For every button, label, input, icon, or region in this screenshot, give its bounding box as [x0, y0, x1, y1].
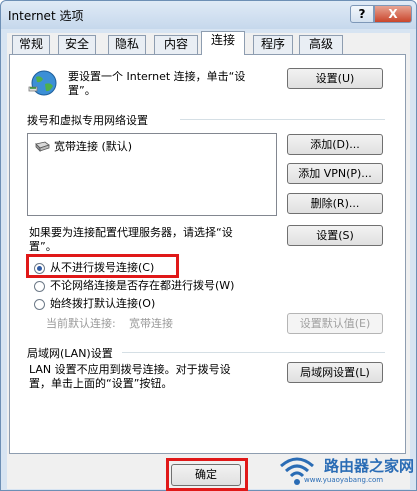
- setup-button[interactable]: 设置(U): [287, 68, 383, 89]
- tab-security[interactable]: 安全: [58, 35, 96, 54]
- dialup-section-divider: [180, 119, 385, 120]
- highlight-box-never-dial: [26, 254, 179, 278]
- tab-privacy[interactable]: 隐私: [108, 35, 146, 54]
- setup-description-line1: 要设置一个 Internet 连接，单击“设: [68, 70, 246, 83]
- globe-network-icon: [28, 70, 57, 96]
- title-bar: Internet 选项 ? X: [1, 1, 416, 29]
- broadband-connection-icon: [35, 141, 50, 152]
- current-default-value: 宽带连接: [129, 317, 173, 330]
- help-icon[interactable]: ?: [350, 5, 374, 23]
- lan-section-title: 局域网(LAN)设置: [27, 347, 113, 360]
- close-icon[interactable]: X: [374, 5, 412, 23]
- connection-list[interactable]: 宽带连接 (默认): [27, 133, 277, 216]
- setup-description-line2: 置”。: [68, 84, 96, 97]
- add-connection-button[interactable]: 添加(D)...: [287, 134, 383, 155]
- highlight-box-ok: [166, 458, 248, 491]
- watermark-text: 路由器之家网: [324, 457, 415, 475]
- lan-section-divider: [122, 352, 385, 353]
- tab-general[interactable]: 常规: [12, 35, 50, 54]
- dialup-section-title: 拨号和虚拟专用网络设置: [27, 114, 148, 127]
- watermark-url: www.yuaoyabang.com: [304, 476, 384, 484]
- remove-connection-button[interactable]: 删除(R)...: [287, 193, 383, 214]
- lan-description-line2: 置，单击上面的“设置”按钮。: [29, 377, 173, 390]
- list-item[interactable]: 宽带连接 (默认): [34, 138, 132, 154]
- set-default-button[interactable]: 设置默认值(E): [287, 313, 383, 334]
- lan-settings-button[interactable]: 局域网设置(L): [287, 362, 383, 383]
- tab-content[interactable]: 内容: [154, 35, 198, 54]
- add-vpn-button[interactable]: 添加 VPN(P)...: [287, 163, 383, 184]
- dialup-settings-button[interactable]: 设置(S): [287, 225, 383, 246]
- proxy-description-line1: 如果要为连接配置代理服务器，请选择“设: [29, 226, 233, 239]
- lan-description-line1: LAN 设置不应用到拨号连接。对于拨号设: [29, 363, 231, 376]
- radio-always-dial-default[interactable]: [34, 299, 45, 310]
- proxy-description-line2: 置”。: [29, 240, 57, 253]
- window-title: Internet 选项: [8, 9, 84, 23]
- option-always-dial-label[interactable]: 始终拨打默认连接(O): [50, 297, 155, 311]
- current-default-label: 当前默认连接:: [46, 317, 116, 330]
- tab-programs[interactable]: 程序: [253, 35, 293, 54]
- radio-dial-whenever[interactable]: [34, 281, 45, 292]
- option-dial-whenever-label[interactable]: 不论网络连接是否存在都进行拨号(W): [50, 279, 234, 293]
- connection-label: 宽带连接 (默认): [54, 140, 133, 153]
- tab-advanced[interactable]: 高级: [299, 35, 343, 54]
- tab-connections[interactable]: 连接: [201, 31, 245, 55]
